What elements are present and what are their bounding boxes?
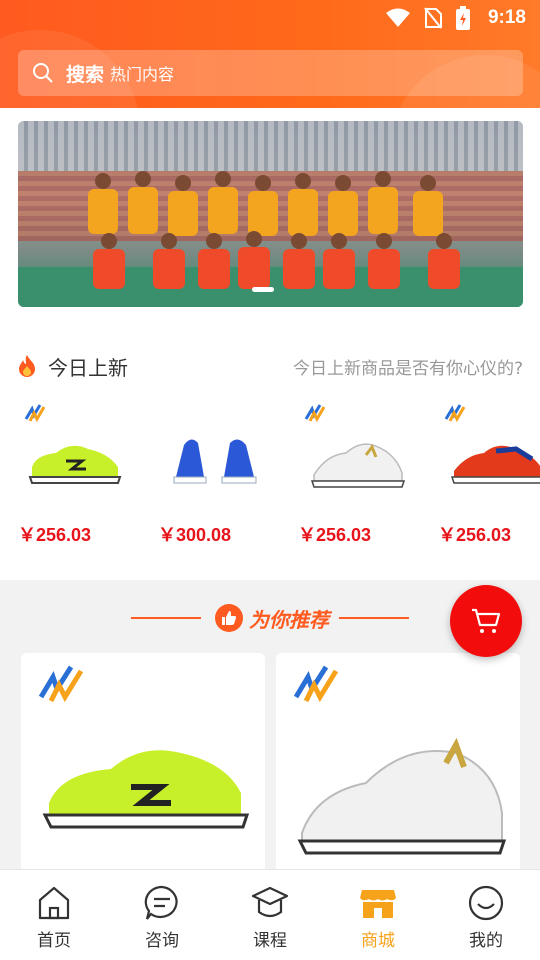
banner-image[interactable] <box>18 121 523 307</box>
header: 9:18 搜索 热门内容 <box>0 0 540 108</box>
shoe-image <box>450 445 540 484</box>
search-label: 搜索 <box>66 63 105 86</box>
brand-logo-icon <box>38 665 84 703</box>
status-bar: 9:18 <box>0 0 540 36</box>
product-card[interactable]: ￥256.03 <box>438 395 540 555</box>
recommend-product-card[interactable] <box>21 653 265 873</box>
divider <box>131 617 201 619</box>
tab-label: 首页 <box>37 931 71 951</box>
new-products-row: ￥256.03 ￥300.08 ￥256.03 ￥256.03 <box>0 395 540 555</box>
profile-icon <box>468 885 504 921</box>
tab-courses[interactable]: 课程 <box>216 870 324 960</box>
shoe-image <box>42 750 250 829</box>
wifi-icon <box>385 8 410 27</box>
search-placeholder: 热门内容 <box>110 65 175 84</box>
bottom-tab-bar: 首页 咨询 课程 商城 我的 <box>0 869 540 960</box>
cart-icon <box>472 608 501 633</box>
tab-label: 商城 <box>361 931 395 951</box>
tab-label: 我的 <box>469 931 503 951</box>
tab-store[interactable]: 商城 <box>324 870 432 960</box>
product-card[interactable]: ￥300.08 <box>158 395 278 555</box>
product-price: ￥256.03 <box>438 525 512 545</box>
tab-consult[interactable]: 咨询 <box>108 870 216 960</box>
brand-logo-icon <box>304 404 326 423</box>
shoe-image <box>173 439 257 484</box>
flame-icon <box>19 355 35 377</box>
chat-icon <box>144 885 178 920</box>
divider <box>339 617 409 619</box>
product-price: ￥300.08 <box>158 525 232 545</box>
brand-logo-icon <box>293 665 339 703</box>
brand-logo-icon <box>444 404 466 423</box>
team-photo <box>88 171 460 289</box>
recommend-product-card[interactable] <box>276 653 520 873</box>
graduation-cap-icon <box>251 886 289 918</box>
shoe-image <box>28 445 122 484</box>
tab-profile[interactable]: 我的 <box>432 870 540 960</box>
new-today-header: 今日上新 今日上新商品是否有你心仪的? <box>18 352 523 380</box>
battery-icon <box>455 6 470 30</box>
recommend-title: 为你推荐 <box>249 607 329 632</box>
brand-logo-icon <box>24 404 46 423</box>
banner-indicator <box>252 287 274 292</box>
new-today-subtitle: 今日上新商品是否有你心仪的? <box>292 358 523 379</box>
thumbs-up-icon <box>215 604 243 632</box>
shoe-image <box>297 737 506 855</box>
search-icon <box>33 63 53 83</box>
search-bar[interactable]: 搜索 热门内容 <box>18 50 523 96</box>
home-icon <box>38 886 70 920</box>
tab-label: 课程 <box>253 931 287 951</box>
shoe-image <box>310 443 406 488</box>
product-price: ￥256.03 <box>298 525 372 545</box>
cart-button[interactable] <box>450 585 522 657</box>
new-today-title: 今日上新 <box>48 355 128 380</box>
clock: 9:18 <box>487 7 526 28</box>
tab-home[interactable]: 首页 <box>0 870 108 960</box>
tab-label: 咨询 <box>145 931 179 951</box>
product-card[interactable]: ￥256.03 <box>18 395 138 555</box>
no-sim-icon <box>424 7 442 29</box>
store-icon <box>360 890 396 918</box>
product-price: ￥256.03 <box>18 525 92 545</box>
banner-stadium-roof <box>18 121 523 171</box>
product-card[interactable]: ￥256.03 <box>298 395 418 555</box>
